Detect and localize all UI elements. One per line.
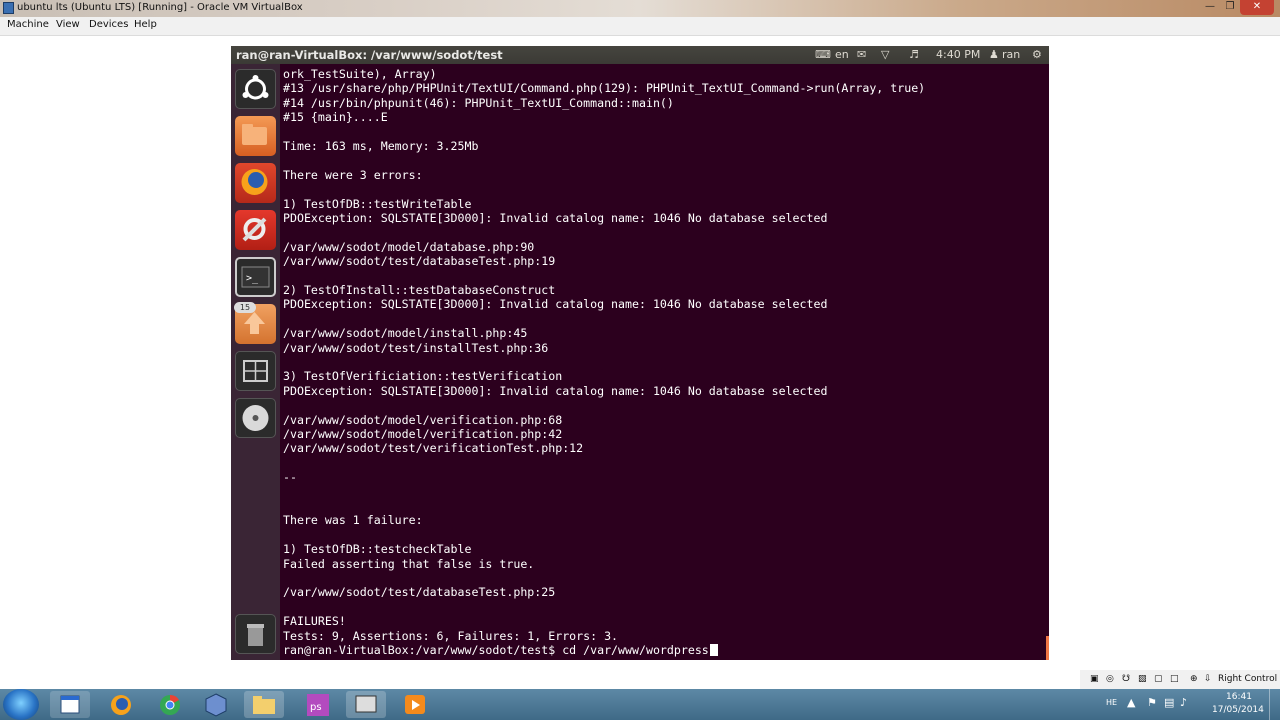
virtualbox-vm-icon[interactable]: [346, 691, 386, 718]
system-settings-icon[interactable]: [235, 210, 276, 250]
terminal-line: --: [283, 470, 297, 485]
file-explorer-window-icon[interactable]: [50, 691, 90, 718]
user-icon[interactable]: ♟: [989, 48, 999, 61]
terminal-prompt-line[interactable]: ran@ran-VirtualBox:/var/www/sodot/test$ …: [283, 643, 718, 657]
menu-machine[interactable]: Machine: [7, 19, 49, 30]
terminal-line: PDOException: SQLSTATE[3D000]: Invalid c…: [283, 383, 828, 398]
workspaces-icon[interactable]: [235, 351, 276, 391]
terminal-line: /var/www/sodot/test/installTest.php:36: [283, 340, 549, 355]
firefox-icon[interactable]: [101, 691, 141, 718]
ubuntu-top-panel: ran@ran-VirtualBox: /var/www/sodot/test …: [231, 46, 1049, 64]
keyboard-icon[interactable]: ⌨: [815, 48, 831, 61]
terminal-line: #15 {main}....E: [283, 110, 388, 125]
mouse-integration-icon[interactable]: ⊕: [1190, 674, 1198, 684]
terminal-line: 3) TestOfVerificiation::testVerification: [283, 369, 563, 384]
terminal-line: #14 /usr/bin/phpunit(46): PHPUnit_TextUI…: [283, 95, 674, 110]
ubuntu-logo-icon[interactable]: [235, 69, 276, 109]
terminal-line: /var/www/sodot/test/databaseTest.php:19: [283, 254, 556, 269]
terminal-window-title: ran@ran-VirtualBox: /var/www/sodot/test: [236, 48, 503, 62]
terminal-scroll-indicator: [1046, 636, 1049, 660]
terminal-line: FAILURES!: [283, 614, 346, 629]
optical-drive-icon[interactable]: ◎: [1106, 674, 1114, 684]
start-orb[interactable]: [3, 689, 39, 720]
cd-drive-icon[interactable]: [235, 398, 276, 438]
update-count-badge: 15: [234, 302, 256, 313]
clock[interactable]: 4:40 PM: [936, 48, 980, 61]
volume-icon[interactable]: ♬: [909, 48, 919, 61]
host-title-bar[interactable]: ubuntu lts (Ubuntu LTS) [Running] - Orac…: [0, 0, 1280, 17]
windows-taskbar: ps HE ▲ ⚑ ▤ ♪ 16:41 17/05/2014: [0, 689, 1280, 720]
explorer-folder-icon[interactable]: [244, 691, 284, 718]
terminal-line: /var/www/sodot/model/verification.php:68: [283, 412, 563, 427]
display-icon[interactable]: ▢: [1154, 674, 1163, 684]
files-icon[interactable]: [235, 116, 276, 156]
terminal-line: #13 /usr/share/php/PHPUnit/TextUI/Comman…: [283, 81, 926, 96]
terminal-output[interactable]: ork_TestSuite), Array) #13 /usr/share/ph…: [283, 67, 1049, 660]
svg-text:ps: ps: [310, 702, 322, 713]
terminal-line: 2) TestOfInstall::testDatabaseConstruct: [283, 283, 556, 297]
network-icon[interactable]: ▤: [1164, 696, 1174, 709]
network-icon[interactable]: ▽: [881, 48, 889, 61]
terminal-line: 1) TestOfDB::testcheckTable: [283, 542, 472, 557]
capture-icon[interactable]: □: [1170, 674, 1179, 684]
terminal-line: /var/www/sodot/model/database.php:90: [283, 239, 535, 254]
user-name[interactable]: ran: [1002, 48, 1020, 61]
hdd-icon[interactable]: ▣: [1090, 674, 1099, 684]
clock-date[interactable]: 17/05/2014: [1212, 705, 1264, 715]
shared-folder-icon[interactable]: ▧: [1138, 674, 1147, 684]
settings-gear-icon[interactable]: ⚙: [1032, 48, 1042, 61]
input-language[interactable]: HE: [1106, 698, 1117, 707]
action-center-icon[interactable]: ⚑: [1147, 696, 1157, 709]
keyboard-capture-icon[interactable]: ⇩: [1204, 674, 1212, 684]
svg-text:>_: >_: [246, 273, 259, 284]
terminal-line: PDOException: SQLSTATE[3D000]: Invalid c…: [283, 297, 828, 312]
terminal-line: /var/www/sodot/test/databaseTest.php:25: [283, 585, 556, 600]
restore-button[interactable]: ❐: [1220, 0, 1240, 15]
minimize-button[interactable]: —: [1200, 0, 1220, 15]
terminal-line: Tests: 9, Assertions: 6, Failures: 1, Er…: [283, 628, 619, 643]
terminal-line: There were 3 errors:: [283, 167, 423, 182]
virtualbox-icon: [3, 2, 14, 14]
terminal-line: PDOException: SQLSTATE[3D000]: Invalid c…: [283, 211, 828, 225]
mail-icon[interactable]: ✉: [857, 48, 866, 61]
terminal-icon[interactable]: >_: [235, 257, 276, 297]
host-window-title: ubuntu lts (Ubuntu LTS) [Running] - Orac…: [17, 2, 303, 13]
host-menu-bar: Machine View Devices Help: [0, 17, 1280, 36]
window-controls: — ❐ ✕: [1200, 0, 1274, 15]
terminal-prompt: ran@ran-VirtualBox:/var/www/sodot/test$ …: [283, 643, 709, 657]
phpstorm-icon[interactable]: ps: [298, 691, 338, 718]
chrome-icon[interactable]: [150, 691, 190, 718]
usb-icon[interactable]: ☋: [1122, 674, 1130, 684]
vm-status-bar: ▣ ◎ ☋ ▧ ▢ □ ⊕ ⇩ Right Control: [1080, 670, 1280, 689]
terminal-line: 1) TestOfDB::testWriteTable: [283, 196, 472, 211]
terminal-line: There was 1 failure:: [283, 513, 423, 528]
text-cursor: [709, 644, 718, 656]
virtualbox-icon[interactable]: [196, 691, 236, 718]
firefox-icon[interactable]: [235, 163, 276, 203]
menu-view[interactable]: View: [56, 19, 80, 30]
media-player-icon[interactable]: [395, 691, 435, 718]
show-desktop-button[interactable]: [1269, 689, 1280, 720]
terminal-line: /var/www/sodot/model/install.php:45: [283, 326, 528, 341]
terminal-line: /var/www/sodot/model/verification.php:42: [283, 427, 563, 441]
clock-time[interactable]: 16:41: [1226, 692, 1252, 702]
terminal-line: Failed asserting that false is true.: [283, 556, 535, 571]
terminal-line: Time: 163 ms, Memory: 3.25Mb: [283, 139, 479, 153]
tray-arrow-icon[interactable]: ▲: [1127, 696, 1135, 709]
keyboard-layout[interactable]: en: [835, 48, 849, 61]
volume-icon[interactable]: ♪: [1180, 696, 1187, 709]
terminal-line: ork_TestSuite), Array): [283, 67, 437, 81]
unity-launcher: >_ 15: [231, 64, 280, 660]
menu-devices[interactable]: Devices: [89, 19, 128, 30]
terminal-line: /var/www/sodot/test/verificationTest.php…: [283, 441, 584, 456]
menu-help[interactable]: Help: [134, 19, 157, 30]
trash-icon[interactable]: [235, 614, 276, 654]
close-button[interactable]: ✕: [1240, 0, 1274, 15]
host-key-label: Right Control: [1218, 674, 1278, 684]
vm-display[interactable]: ran@ran-VirtualBox: /var/www/sodot/test …: [231, 46, 1049, 660]
